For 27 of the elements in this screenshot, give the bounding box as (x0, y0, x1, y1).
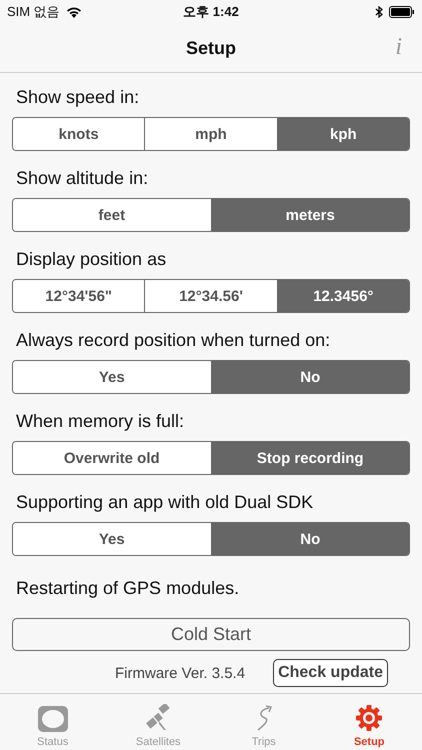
segment-option[interactable]: meters (210, 199, 409, 231)
segment-option[interactable]: No (210, 523, 409, 555)
setting-label: Always record position when turned on: (15, 330, 332, 351)
gear-icon (355, 704, 384, 732)
screen-title: Setup (186, 38, 236, 58)
setting-label: Display position as (15, 249, 168, 270)
wifi-icon (66, 6, 82, 18)
setting-label: Show speed in: (15, 87, 140, 108)
clock-time: 오후 1:42 (183, 3, 239, 21)
segment-option[interactable]: No (210, 361, 409, 393)
setting-label: Supporting an app with old Dual SDK (15, 492, 314, 513)
setting-label: Show altitude in: (15, 168, 150, 189)
cold-start-button[interactable]: Cold Start (12, 618, 410, 651)
check-update-button[interactable]: Check update (273, 659, 388, 687)
tab-item[interactable]: Setup (316, 694, 422, 750)
segment-option[interactable]: kph (276, 118, 409, 150)
rounded-square-icon (38, 706, 68, 732)
satellite-icon (144, 704, 172, 732)
restart-label: Restarting of GPS modules. (15, 578, 240, 599)
bluetooth-icon (375, 6, 383, 18)
segment-option[interactable]: 12.3456° (276, 280, 409, 312)
firmware-version: Firmware Ver. 3.5.4 (115, 664, 246, 682)
setting-label: When memory is full: (15, 411, 186, 432)
squiggle-icon (254, 704, 273, 732)
battery-icon (389, 6, 415, 18)
segment-option[interactable]: Stop recording (210, 442, 409, 474)
carrier-label: SIM 없음 (7, 3, 60, 21)
